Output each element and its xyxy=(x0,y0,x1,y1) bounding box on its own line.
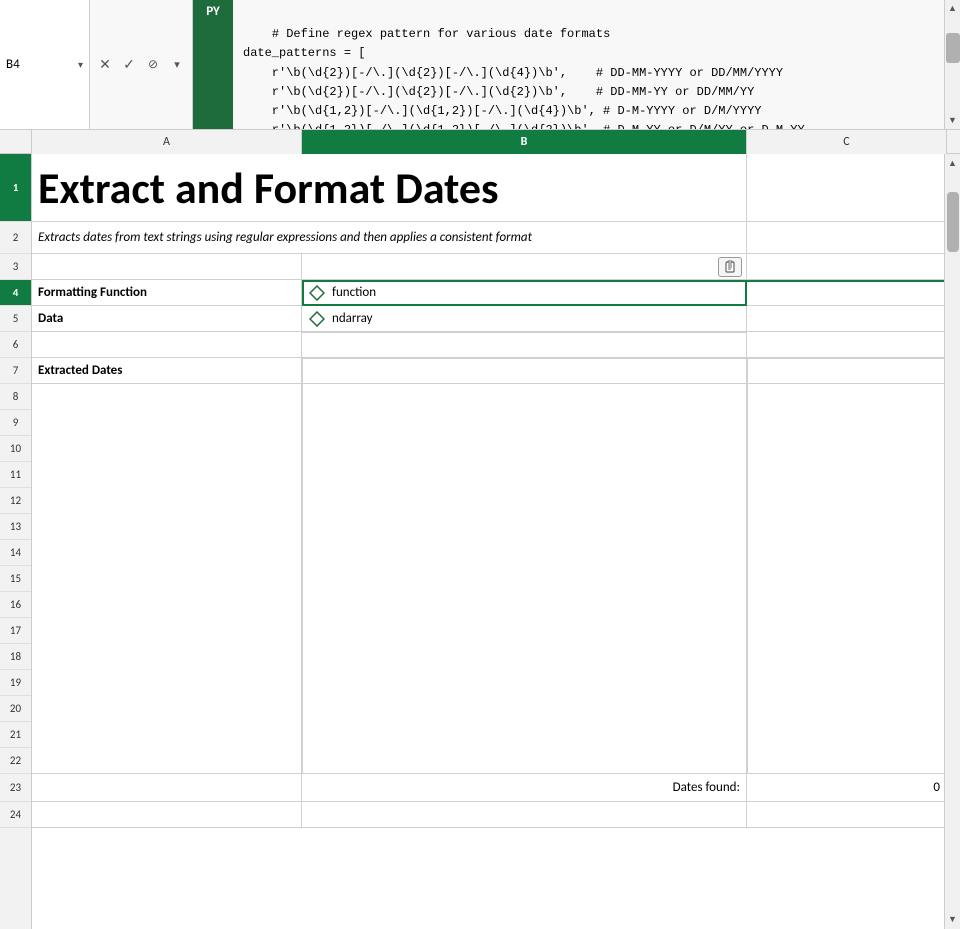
grid-body: 1 2 3 4 5 6 7 8 9 10 11 12 13 14 15 16 1… xyxy=(0,154,960,929)
row-num-12[interactable]: 12 xyxy=(0,488,31,514)
scroll-up-arrow[interactable]: ▲ xyxy=(948,0,957,17)
row-num-21[interactable]: 21 xyxy=(0,722,31,748)
row-num-9[interactable]: 9 xyxy=(0,410,31,436)
cell-reference-text: B4 xyxy=(6,57,78,72)
cell-b23[interactable]: Dates found: xyxy=(302,774,747,802)
row-num-24[interactable]: 24 xyxy=(0,802,31,828)
formula-content[interactable]: # Define regex pattern for various date … xyxy=(233,0,944,129)
row-24 xyxy=(32,802,944,828)
row-num-20[interactable]: 20 xyxy=(0,696,31,722)
cell-c-data[interactable] xyxy=(747,384,944,774)
formula-bar: B4 ▾ ✕ ✓ ⊘ ▾ PY # Define regex pattern f… xyxy=(0,0,960,130)
row-num-2[interactable]: 2 xyxy=(0,222,31,254)
cell-b4[interactable]: function xyxy=(302,280,747,306)
column-header-c[interactable]: C xyxy=(747,130,947,154)
data-block xyxy=(32,384,944,774)
row-num-14[interactable]: 14 xyxy=(0,540,31,566)
cell-a-data[interactable] xyxy=(32,384,302,774)
row-num-1[interactable]: 1 xyxy=(0,154,31,222)
cell-b7[interactable] xyxy=(302,358,747,384)
cell-b3[interactable] xyxy=(302,254,747,280)
spreadsheet: A B C 1 2 3 4 5 6 7 8 9 10 11 12 13 14 1… xyxy=(0,130,960,929)
row-7: Extracted Dates xyxy=(32,358,944,384)
cell-c3[interactable] xyxy=(747,254,944,280)
row-num-23[interactable]: 23 xyxy=(0,774,31,802)
scroll-down-arrow[interactable]: ▼ xyxy=(948,112,957,129)
scroll-down-icon[interactable]: ▼ xyxy=(948,911,957,929)
row-num-13[interactable]: 13 xyxy=(0,514,31,540)
python-diamond-icon-2 xyxy=(308,310,326,328)
scroll-thumb[interactable] xyxy=(946,33,960,63)
cell-c24[interactable] xyxy=(747,802,944,828)
row-3 xyxy=(32,254,944,280)
row-num-4[interactable]: 4 xyxy=(0,280,31,306)
insert-function-button[interactable]: ⊘ xyxy=(142,54,164,76)
cell-b5[interactable]: ndarray xyxy=(302,306,747,332)
cell-a2[interactable]: Extracts dates from text strings using r… xyxy=(32,222,747,254)
more-options-button[interactable]: ▾ xyxy=(166,54,188,76)
row-1: Extract and Format Dates xyxy=(32,154,944,222)
cell-c5[interactable] xyxy=(747,306,944,332)
row-5: Data ndarray xyxy=(32,306,944,332)
column-header-b[interactable]: B xyxy=(302,130,747,154)
cell-reference-box[interactable]: B4 ▾ xyxy=(0,0,90,129)
row-num-10[interactable]: 10 xyxy=(0,436,31,462)
row-23: Dates found: 0 xyxy=(32,774,944,802)
cell-a6[interactable] xyxy=(32,332,302,358)
row-num-5[interactable]: 5 xyxy=(0,306,31,332)
cancel-formula-button[interactable]: ✕ xyxy=(94,54,116,76)
cell-a3[interactable] xyxy=(32,254,302,280)
formula-scrollbar[interactable]: ▲ ▼ xyxy=(944,0,960,129)
row-6 xyxy=(32,332,944,358)
cell-a7[interactable]: Extracted Dates xyxy=(32,358,302,384)
row-num-3[interactable]: 3 xyxy=(0,254,31,280)
row-numbers: 1 2 3 4 5 6 7 8 9 10 11 12 13 14 15 16 1… xyxy=(0,154,32,929)
cell-b-data[interactable] xyxy=(302,384,747,774)
cell-c1[interactable] xyxy=(747,154,944,222)
column-header-a[interactable]: A xyxy=(32,130,302,154)
grid-content: Extract and Format Dates Extracts dates … xyxy=(32,154,944,929)
vertical-scrollbar[interactable]: ▲ ▼ xyxy=(944,154,960,929)
row-num-8[interactable]: 8 xyxy=(0,384,31,410)
formula-controls: ✕ ✓ ⊘ ▾ xyxy=(90,0,193,129)
row-num-7[interactable]: 7 xyxy=(0,358,31,384)
cell-a5[interactable]: Data xyxy=(32,306,302,332)
cell-b4-content: function xyxy=(308,284,376,302)
python-badge: PY xyxy=(193,0,233,129)
chevron-down-icon: ▾ xyxy=(78,58,83,71)
row-num-16[interactable]: 16 xyxy=(0,592,31,618)
row-num-6[interactable]: 6 xyxy=(0,332,31,358)
clipboard-button[interactable] xyxy=(718,257,742,277)
cell-a4[interactable]: Formatting Function xyxy=(32,280,302,306)
cell-a23[interactable] xyxy=(32,774,302,802)
python-diamond-icon xyxy=(308,284,326,302)
row-num-17[interactable]: 17 xyxy=(0,618,31,644)
cell-b6[interactable] xyxy=(302,332,747,358)
cell-c4[interactable] xyxy=(747,280,944,306)
cell-c6[interactable] xyxy=(747,332,944,358)
row-num-15[interactable]: 15 xyxy=(0,566,31,592)
cell-c23[interactable]: 0 xyxy=(747,774,944,802)
row-num-18[interactable]: 18 xyxy=(0,644,31,670)
column-headers: A B C xyxy=(0,130,960,154)
cell-a24[interactable] xyxy=(32,802,302,828)
cell-c2[interactable] xyxy=(747,222,944,254)
row-num-11[interactable]: 11 xyxy=(0,462,31,488)
cell-a1[interactable]: Extract and Format Dates xyxy=(32,154,747,222)
scroll-up-icon[interactable]: ▲ xyxy=(948,154,957,172)
cell-b5-content: ndarray xyxy=(308,310,373,328)
cell-b24[interactable] xyxy=(302,802,747,828)
row-4: Formatting Function function xyxy=(32,280,944,306)
confirm-formula-button[interactable]: ✓ xyxy=(118,54,140,76)
row-2: Extracts dates from text strings using r… xyxy=(32,222,944,254)
scroll-thumb[interactable] xyxy=(947,192,959,252)
corner-cell xyxy=(0,130,32,153)
cell-c7[interactable] xyxy=(747,358,944,384)
row-num-19[interactable]: 19 xyxy=(0,670,31,696)
row-num-22[interactable]: 22 xyxy=(0,748,31,774)
